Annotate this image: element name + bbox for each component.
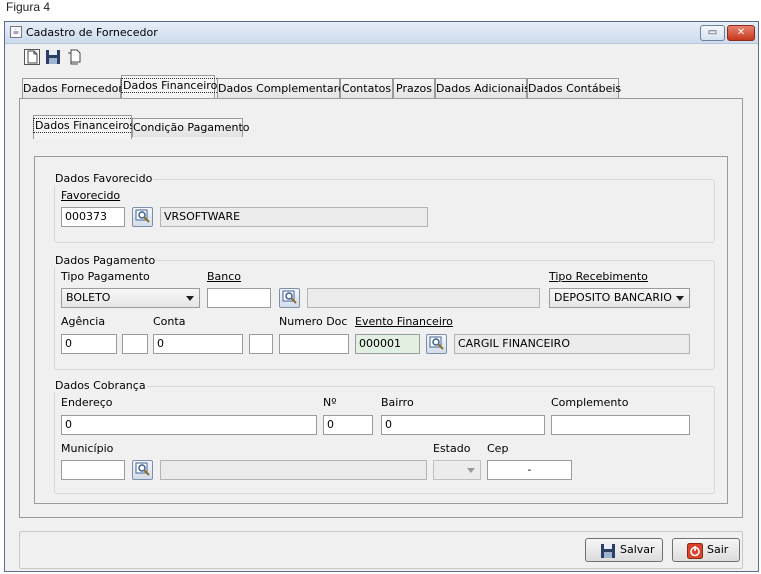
tab-label: Condição Pagamento — [133, 121, 250, 134]
favorecido-search-icon[interactable] — [132, 207, 153, 227]
save-button-label: Salvar — [620, 543, 655, 556]
new-document-icon[interactable] — [24, 49, 40, 65]
agencia-input[interactable]: 0 — [61, 334, 117, 354]
save-button[interactable]: Salvar — [585, 538, 663, 562]
tab-contatos[interactable]: Contatos — [340, 78, 393, 99]
group-title: Dados Favorecido — [54, 172, 154, 185]
window-title: Cadastro de Fornecedor — [26, 26, 158, 39]
subtab-condicao-pagamento[interactable]: Condição Pagamento — [132, 118, 250, 137]
save-disk-icon[interactable] — [45, 49, 61, 65]
chevron-down-icon — [467, 468, 475, 473]
financeiro-panel: Dados Financeiros Condição Pagamento Dad… — [19, 98, 743, 518]
numero-label: Nº — [323, 396, 337, 409]
tipo-recebimento-label: Tipo Recebimento — [549, 270, 648, 283]
close-button[interactable]: ✕ — [727, 25, 755, 41]
chevron-down-icon — [676, 296, 684, 301]
action-bar: Salvar Sair — [19, 531, 743, 569]
agencia-label: Agência — [61, 315, 106, 328]
tab-label: Prazos — [396, 82, 432, 95]
select-value: DEPOSITO BANCARIO — [554, 291, 672, 304]
favorecido-code-input[interactable]: 000373 — [61, 207, 125, 227]
tipo-pagamento-select[interactable]: BOLETO — [61, 288, 200, 308]
chevron-down-icon — [186, 296, 194, 301]
evento-search-icon[interactable] — [426, 334, 447, 354]
banco-name-field — [307, 288, 540, 308]
tab-dados-adicionais[interactable]: Dados Adicionais — [435, 78, 530, 99]
dados-financeiros-panel: Dados Favorecido Favorecido 000373 VRSOF… — [34, 156, 728, 504]
title-bar[interactable]: ☕ Cadastro de Fornecedor ▭ ✕ — [5, 22, 758, 44]
copy-document-icon[interactable] — [66, 49, 82, 65]
complemento-label: Complemento — [551, 396, 629, 409]
evento-financeiro-label: Evento Financeiro — [355, 315, 453, 328]
tipo-pagamento-label: Tipo Pagamento — [61, 270, 150, 283]
complemento-input[interactable] — [551, 415, 690, 435]
exit-button[interactable]: Sair — [672, 538, 740, 562]
tab-label: Dados Financeiros — [32, 118, 138, 133]
banco-code-input[interactable] — [207, 288, 271, 308]
save-disk-icon — [600, 543, 616, 559]
restore-button[interactable]: ▭ — [700, 25, 725, 41]
tab-label: Dados Adicionais — [436, 82, 530, 95]
banco-search-icon[interactable] — [279, 288, 300, 308]
subtab-dados-financeiros[interactable]: Dados Financeiros — [32, 115, 138, 139]
tab-dados-complementares[interactable]: Dados Complementares — [217, 78, 350, 99]
estado-select[interactable] — [433, 460, 481, 480]
exit-icon — [687, 543, 703, 559]
tab-label: Dados Fornecedor — [23, 82, 123, 95]
municipio-search-icon[interactable] — [132, 460, 153, 480]
conta-input[interactable]: 0 — [153, 334, 243, 354]
evento-financeiro-name-field: CARGIL FINANCEIRO — [454, 334, 690, 354]
exit-button-label: Sair — [707, 543, 729, 556]
numero-doc-input[interactable] — [279, 334, 349, 354]
tab-label: Contatos — [341, 82, 392, 95]
tab-label: Dados Contábeis — [528, 82, 622, 95]
municipio-code-input[interactable] — [61, 460, 125, 480]
conta-digito-input[interactable] — [249, 334, 273, 354]
tab-dados-contabeis[interactable]: Dados Contábeis — [527, 78, 622, 99]
bairro-input[interactable]: 0 — [381, 415, 545, 435]
banco-label: Banco — [207, 270, 242, 283]
agencia-digito-input[interactable] — [122, 334, 148, 354]
endereco-input[interactable]: 0 — [61, 415, 317, 435]
app-icon: ☕ — [10, 26, 22, 38]
municipio-name-field — [160, 460, 427, 480]
evento-financeiro-code-input[interactable]: 000001 — [355, 334, 420, 354]
group-title: Dados Cobrança — [54, 379, 147, 392]
conta-label: Conta — [153, 315, 186, 328]
numero-doc-label: Numero Doc — [279, 315, 348, 328]
endereco-label: Endereço — [61, 396, 113, 409]
group-title: Dados Pagamento — [54, 254, 157, 267]
cep-label: Cep — [487, 442, 509, 455]
estado-label: Estado — [433, 442, 471, 455]
tipo-recebimento-select[interactable]: DEPOSITO BANCARIO — [549, 288, 690, 308]
select-value: BOLETO — [66, 291, 111, 304]
figure-caption: Figura 4 — [6, 0, 51, 14]
tab-label: Dados Complementares — [218, 82, 351, 95]
municipio-label: Município — [61, 442, 114, 455]
tab-dados-fornecedor[interactable]: Dados Fornecedor — [22, 78, 123, 99]
tab-dados-financeiro[interactable]: Dados Financeiro — [120, 75, 220, 99]
numero-input[interactable]: 0 — [323, 415, 373, 435]
tab-label: Dados Financeiro — [120, 78, 220, 93]
cep-input[interactable]: - — [487, 460, 572, 480]
favorecido-name-field: VRSOFTWARE — [160, 207, 428, 227]
favorecido-label: Favorecido — [61, 189, 121, 202]
window-cadastro-fornecedor: ☕ Cadastro de Fornecedor ▭ ✕ Dados Forne… — [4, 21, 759, 572]
tab-prazos[interactable]: Prazos — [393, 78, 435, 99]
bairro-label: Bairro — [381, 396, 414, 409]
